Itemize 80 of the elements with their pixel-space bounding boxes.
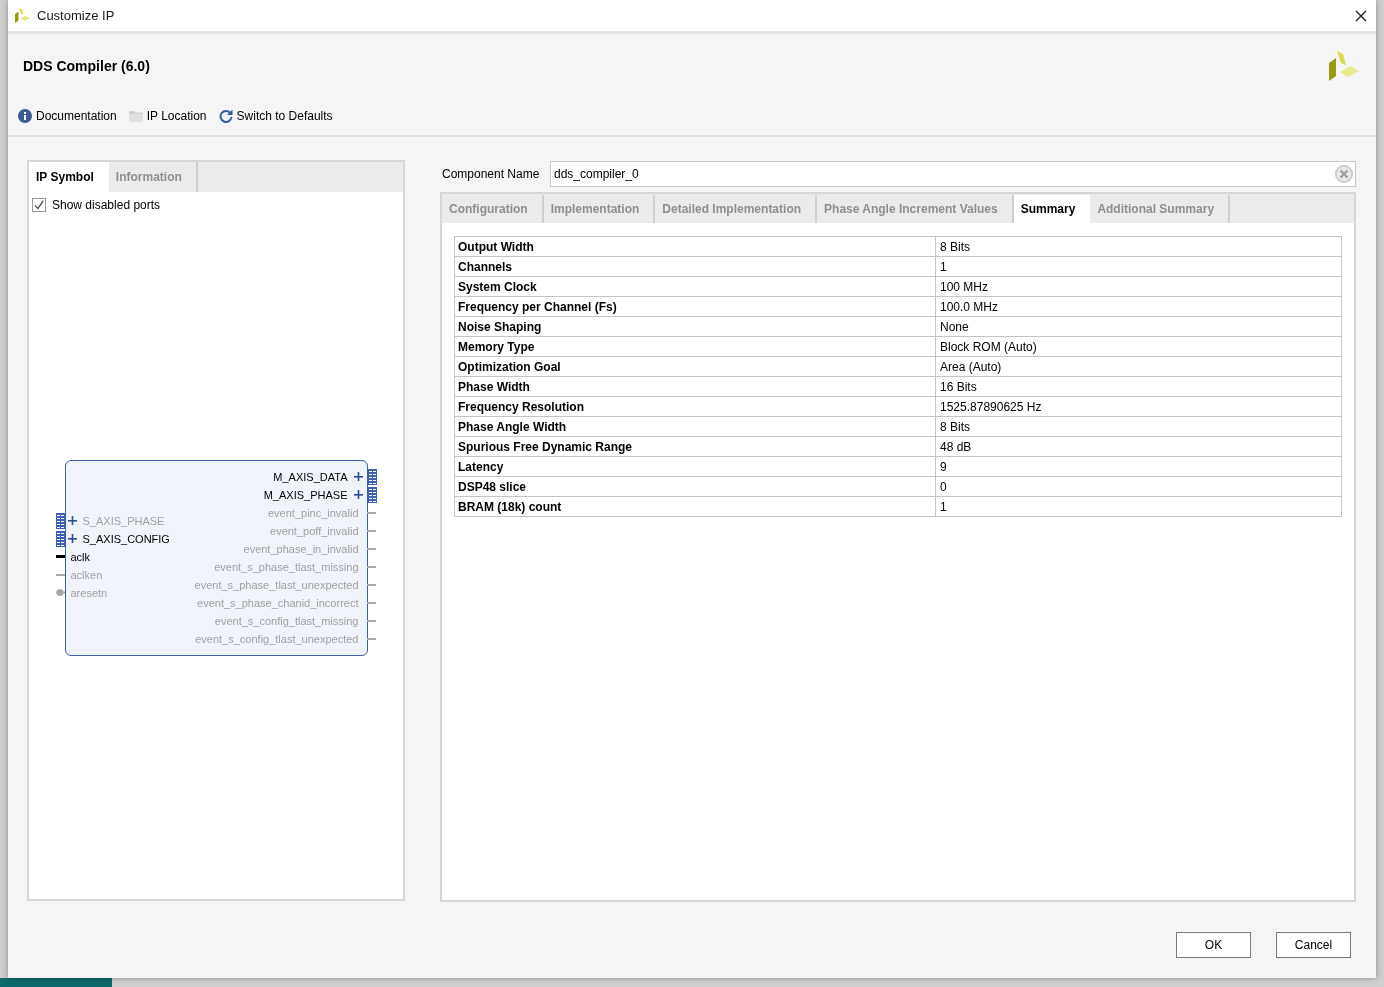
wire-port-icon [366, 637, 376, 640]
dialog-button[interactable]: Cancel [1276, 932, 1351, 958]
toolbar-link[interactable]: Documentation [18, 106, 117, 126]
table-cell: 100 MHz [935, 276, 1342, 297]
window-title: Customize IP [37, 6, 115, 25]
wire-port-icon [366, 565, 376, 568]
plus-icon[interactable] [353, 490, 363, 499]
port-label: event_poff_invalid [270, 523, 359, 539]
clear-icon[interactable] [1335, 165, 1353, 183]
close-button[interactable] [1354, 8, 1368, 23]
port-label: event_s_config_tlast_unexpected [195, 631, 359, 647]
wire-port-icon [366, 529, 376, 532]
table-cell: Block ROM (Auto) [935, 336, 1342, 357]
table-cell: 16 Bits [935, 376, 1342, 397]
table-cell: 9 [935, 456, 1342, 477]
plus-icon[interactable] [353, 472, 363, 481]
check-icon [34, 200, 44, 210]
port-label: S_AXIS_CONFIG [82, 531, 170, 547]
dialog-button[interactable]: OK [1176, 932, 1251, 958]
table-cell: BRAM (18k) count [454, 496, 936, 517]
plus-icon[interactable] [67, 534, 77, 543]
refresh-icon [218, 109, 233, 123]
toolbar-link[interactable]: Switch to Defaults [218, 106, 333, 126]
port-label: event_s_config_tlast_missing [214, 613, 359, 629]
close-icon [1355, 9, 1367, 22]
wire-port-icon [366, 601, 376, 604]
folder-icon [128, 110, 143, 122]
table-cell: Latency [454, 456, 936, 477]
port-label: aresetn [70, 585, 108, 601]
port-label: event_s_phase_chanid_incorrect [197, 595, 359, 611]
ip-title: DDS Compiler (6.0) [23, 56, 150, 76]
toolbar-link[interactable]: IP Location [128, 106, 207, 126]
table-cell: Noise Shaping [454, 316, 936, 337]
wire-port-icon [55, 573, 65, 576]
table-cell: 100.0 MHz [935, 296, 1342, 317]
table-cell: Optimization Goal [454, 356, 936, 377]
port-label: event_s_phase_tlast_unexpected [194, 577, 359, 593]
port-label: M_AXIS_PHASE [263, 487, 348, 503]
table-cell: Frequency per Channel (Fs) [454, 296, 936, 317]
port-label: aclk [70, 549, 91, 565]
table-cell: DSP48 slice [454, 476, 936, 497]
table-cell: Phase Width [454, 376, 936, 397]
port-label: event_phase_in_invalid [243, 541, 359, 557]
wire-port-icon [55, 555, 65, 558]
table-cell: 1 [935, 256, 1342, 277]
field-label: Component Name [441, 166, 541, 183]
checkbox-label: Show disabled ports [52, 197, 161, 214]
port-label: event_pinc_invalid [268, 505, 359, 521]
table-cell: Phase Angle Width [454, 416, 936, 437]
table-cell: Output Width [454, 236, 936, 257]
table-cell: 8 Bits [935, 236, 1342, 257]
table-cell: 1 [935, 496, 1342, 517]
component-name-field[interactable]: dds_compiler_0 [550, 161, 1356, 187]
port-label: event_s_phase_tlast_missing [214, 559, 359, 575]
logo-icon [15, 8, 30, 23]
table-cell: 0 [935, 476, 1342, 497]
port-label: M_AXIS_DATA [273, 469, 348, 485]
port-label: aclken [70, 567, 103, 583]
wire-port-icon [366, 511, 376, 514]
table-cell: Memory Type [454, 336, 936, 357]
table-cell: 8 Bits [935, 416, 1342, 437]
table-cell: System Clock [454, 276, 936, 297]
table-cell: 1525.87890625 Hz [935, 396, 1342, 417]
table-cell: None [935, 316, 1342, 337]
wire-port-icon [366, 547, 376, 550]
table-cell: 48 dB [935, 436, 1342, 457]
wire-port-icon [366, 619, 376, 622]
reset-port-icon [55, 589, 65, 596]
table-cell: Channels [454, 256, 936, 277]
logo-icon [1329, 51, 1359, 81]
wire-port-icon [366, 583, 376, 586]
table-cell: Frequency Resolution [454, 396, 936, 417]
table-cell: Spurious Free Dynamic Range [454, 436, 936, 457]
port-label: S_AXIS_PHASE [82, 513, 165, 529]
plus-icon[interactable] [67, 516, 77, 525]
checkbox[interactable] [32, 198, 46, 212]
panel-tab[interactable]: IP Symbol [29, 162, 109, 192]
table-cell: Area (Auto) [935, 356, 1342, 377]
config-tab[interactable]: Summary [1013, 195, 1091, 223]
info-icon [18, 109, 32, 123]
